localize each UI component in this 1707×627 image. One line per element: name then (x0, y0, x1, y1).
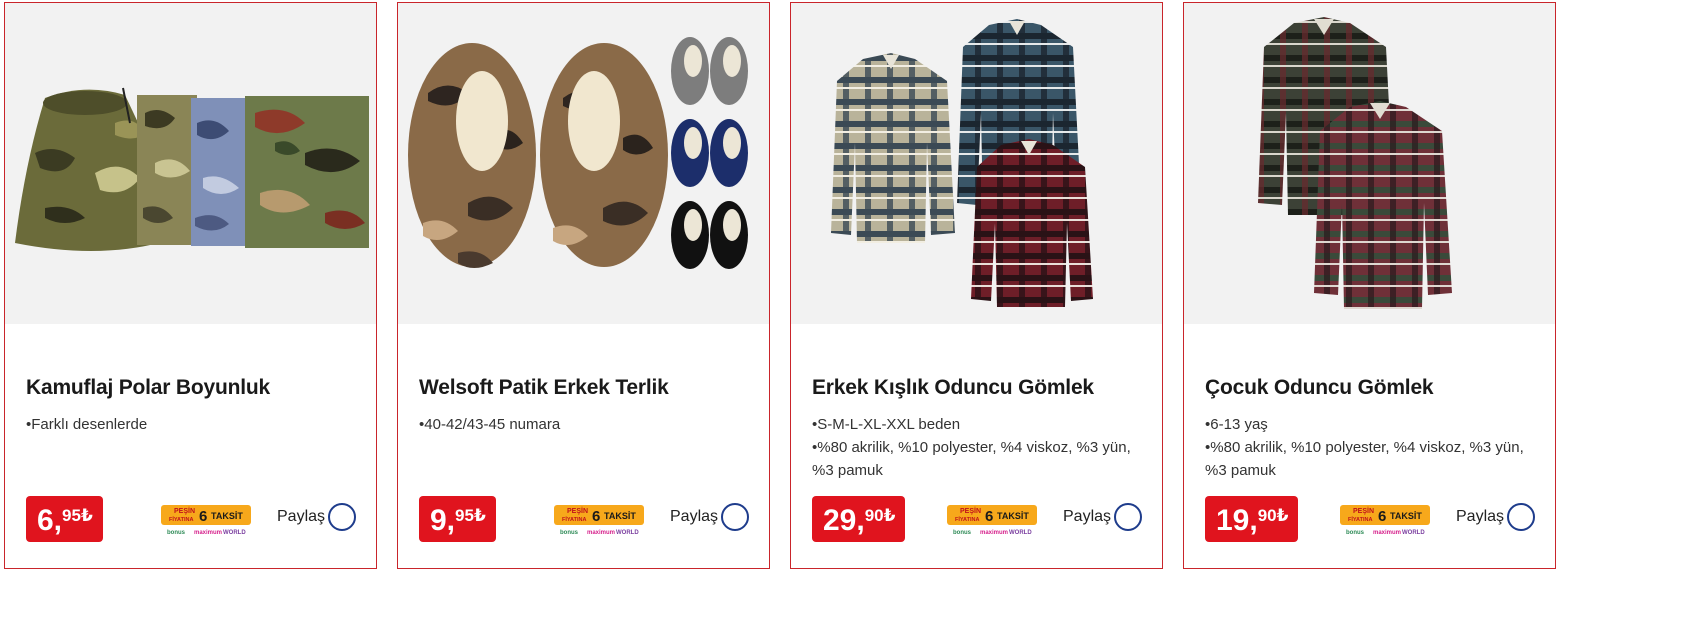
installment-badge: PEŞİN FİYATINA 6 TAKSİT bonus maximum WO… (947, 505, 1037, 537)
price-cents: 95 (455, 506, 474, 525)
card-maximum: maximum (1373, 530, 1401, 536)
price-main: 9, (430, 504, 456, 537)
slipper-image[interactable] (398, 3, 769, 324)
card-maximum: maximum (194, 530, 222, 536)
product-card[interactable]: Welsoft Patik Erkek Terlik 40-42/43-45 n… (397, 2, 770, 569)
camouflage-neck-warmer-image[interactable] (5, 3, 376, 324)
price-tag: 6, 95 ₺ (26, 496, 103, 542)
share-toggle[interactable] (1507, 503, 1535, 531)
feature-item: 40-42/43-45 numara (419, 413, 751, 436)
card-maximum: maximum (980, 530, 1008, 536)
badge-number: 6 (592, 508, 600, 525)
share-toggle[interactable] (1114, 503, 1142, 531)
badge-line1: PEŞİN (960, 507, 981, 515)
currency-symbol: ₺ (1276, 506, 1289, 525)
card-world: WORLD (223, 530, 246, 536)
currency-symbol: ₺ (883, 506, 896, 525)
product-card[interactable]: Erkek Kışlık Oduncu Gömlek S-M-L-XL-XXL … (790, 2, 1163, 569)
share-label[interactable]: Paylaş (1456, 508, 1504, 526)
badge-number: 6 (1378, 508, 1386, 525)
price-main: 6, (37, 504, 63, 537)
card-bonus: bonus (1346, 530, 1365, 536)
badge-line1: PEŞİN (567, 507, 588, 515)
card-bonus: bonus (167, 530, 186, 536)
feature-item: %80 akrilik, %10 polyester, %4 viskoz, %… (1205, 436, 1537, 482)
badge-line2: FİYATINA (1348, 516, 1372, 523)
card-bonus: bonus (560, 530, 579, 536)
badge-line1: PEŞİN (174, 507, 195, 515)
flannel-shirt-image[interactable] (791, 3, 1162, 324)
card-world: WORLD (616, 530, 639, 536)
share-label[interactable]: Paylaş (1063, 508, 1111, 526)
feature-item: %80 akrilik, %10 polyester, %4 viskoz, %… (812, 436, 1144, 482)
price-main: 19, (1216, 504, 1258, 537)
product-card[interactable]: Kamuflaj Polar Boyunluk Farklı desenlerd… (4, 2, 377, 569)
price-cents: 90 (1257, 506, 1277, 525)
share-label[interactable]: Paylaş (670, 508, 718, 526)
badge-line2: FİYATINA (169, 516, 193, 523)
product-title[interactable]: Kamuflaj Polar Boyunluk (26, 376, 366, 400)
currency-symbol: ₺ (473, 506, 486, 525)
product-features: 40-42/43-45 numara (419, 413, 751, 436)
flannel-shirt-image[interactable] (1184, 3, 1555, 324)
card-bonus: bonus (953, 530, 972, 536)
card-maximum: maximum (587, 530, 615, 536)
product-features: S-M-L-XL-XXL beden %80 akrilik, %10 poly… (812, 413, 1144, 482)
price-tag: 29, 90 ₺ (812, 496, 906, 542)
badge-line2: FİYATINA (562, 516, 586, 523)
product-features: 6-13 yaş %80 akrilik, %10 polyester, %4 … (1205, 413, 1537, 482)
product-title[interactable]: Çocuk Oduncu Gömlek (1205, 376, 1545, 400)
card-world: WORLD (1009, 530, 1032, 536)
installment-badge: PEŞİN FİYATINA 6 TAKSİT bonus maximum WO… (554, 505, 644, 537)
badge-word: TAKSİT (604, 511, 636, 521)
price-main: 29, (823, 504, 865, 537)
badge-line2: FİYATINA (955, 516, 979, 523)
product-title[interactable]: Erkek Kışlık Oduncu Gömlek (812, 376, 1152, 400)
feature-item: 6-13 yaş (1205, 413, 1537, 436)
installment-badge: PEŞİN FİYATINA 6 TAKSİT bonus maximum WO… (1340, 505, 1430, 537)
badge-number: 6 (985, 508, 993, 525)
product-card[interactable]: Çocuk Oduncu Gömlek 6-13 yaş %80 akrilik… (1183, 2, 1556, 569)
product-features: Farklı desenlerde (26, 413, 358, 436)
share-toggle[interactable] (721, 503, 749, 531)
price-tag: 19, 90 ₺ (1205, 496, 1299, 542)
badge-number: 6 (199, 508, 207, 525)
product-title[interactable]: Welsoft Patik Erkek Terlik (419, 376, 759, 400)
currency-symbol: ₺ (80, 506, 93, 525)
installment-badge: PEŞİN FİYATINA 6 TAKSİT bonus maximum WO… (161, 505, 251, 537)
badge-line1: PEŞİN (1353, 507, 1374, 515)
badge-word: TAKSİT (1390, 511, 1422, 521)
badge-word: TAKSİT (211, 511, 243, 521)
share-toggle[interactable] (328, 503, 356, 531)
feature-item: S-M-L-XL-XXL beden (812, 413, 1144, 436)
share-label[interactable]: Paylaş (277, 508, 325, 526)
feature-item: Farklı desenlerde (26, 413, 358, 436)
price-tag: 9, 95 ₺ (419, 496, 496, 542)
card-world: WORLD (1402, 530, 1425, 536)
price-cents: 95 (62, 506, 81, 525)
price-cents: 90 (864, 506, 884, 525)
badge-word: TAKSİT (997, 511, 1029, 521)
